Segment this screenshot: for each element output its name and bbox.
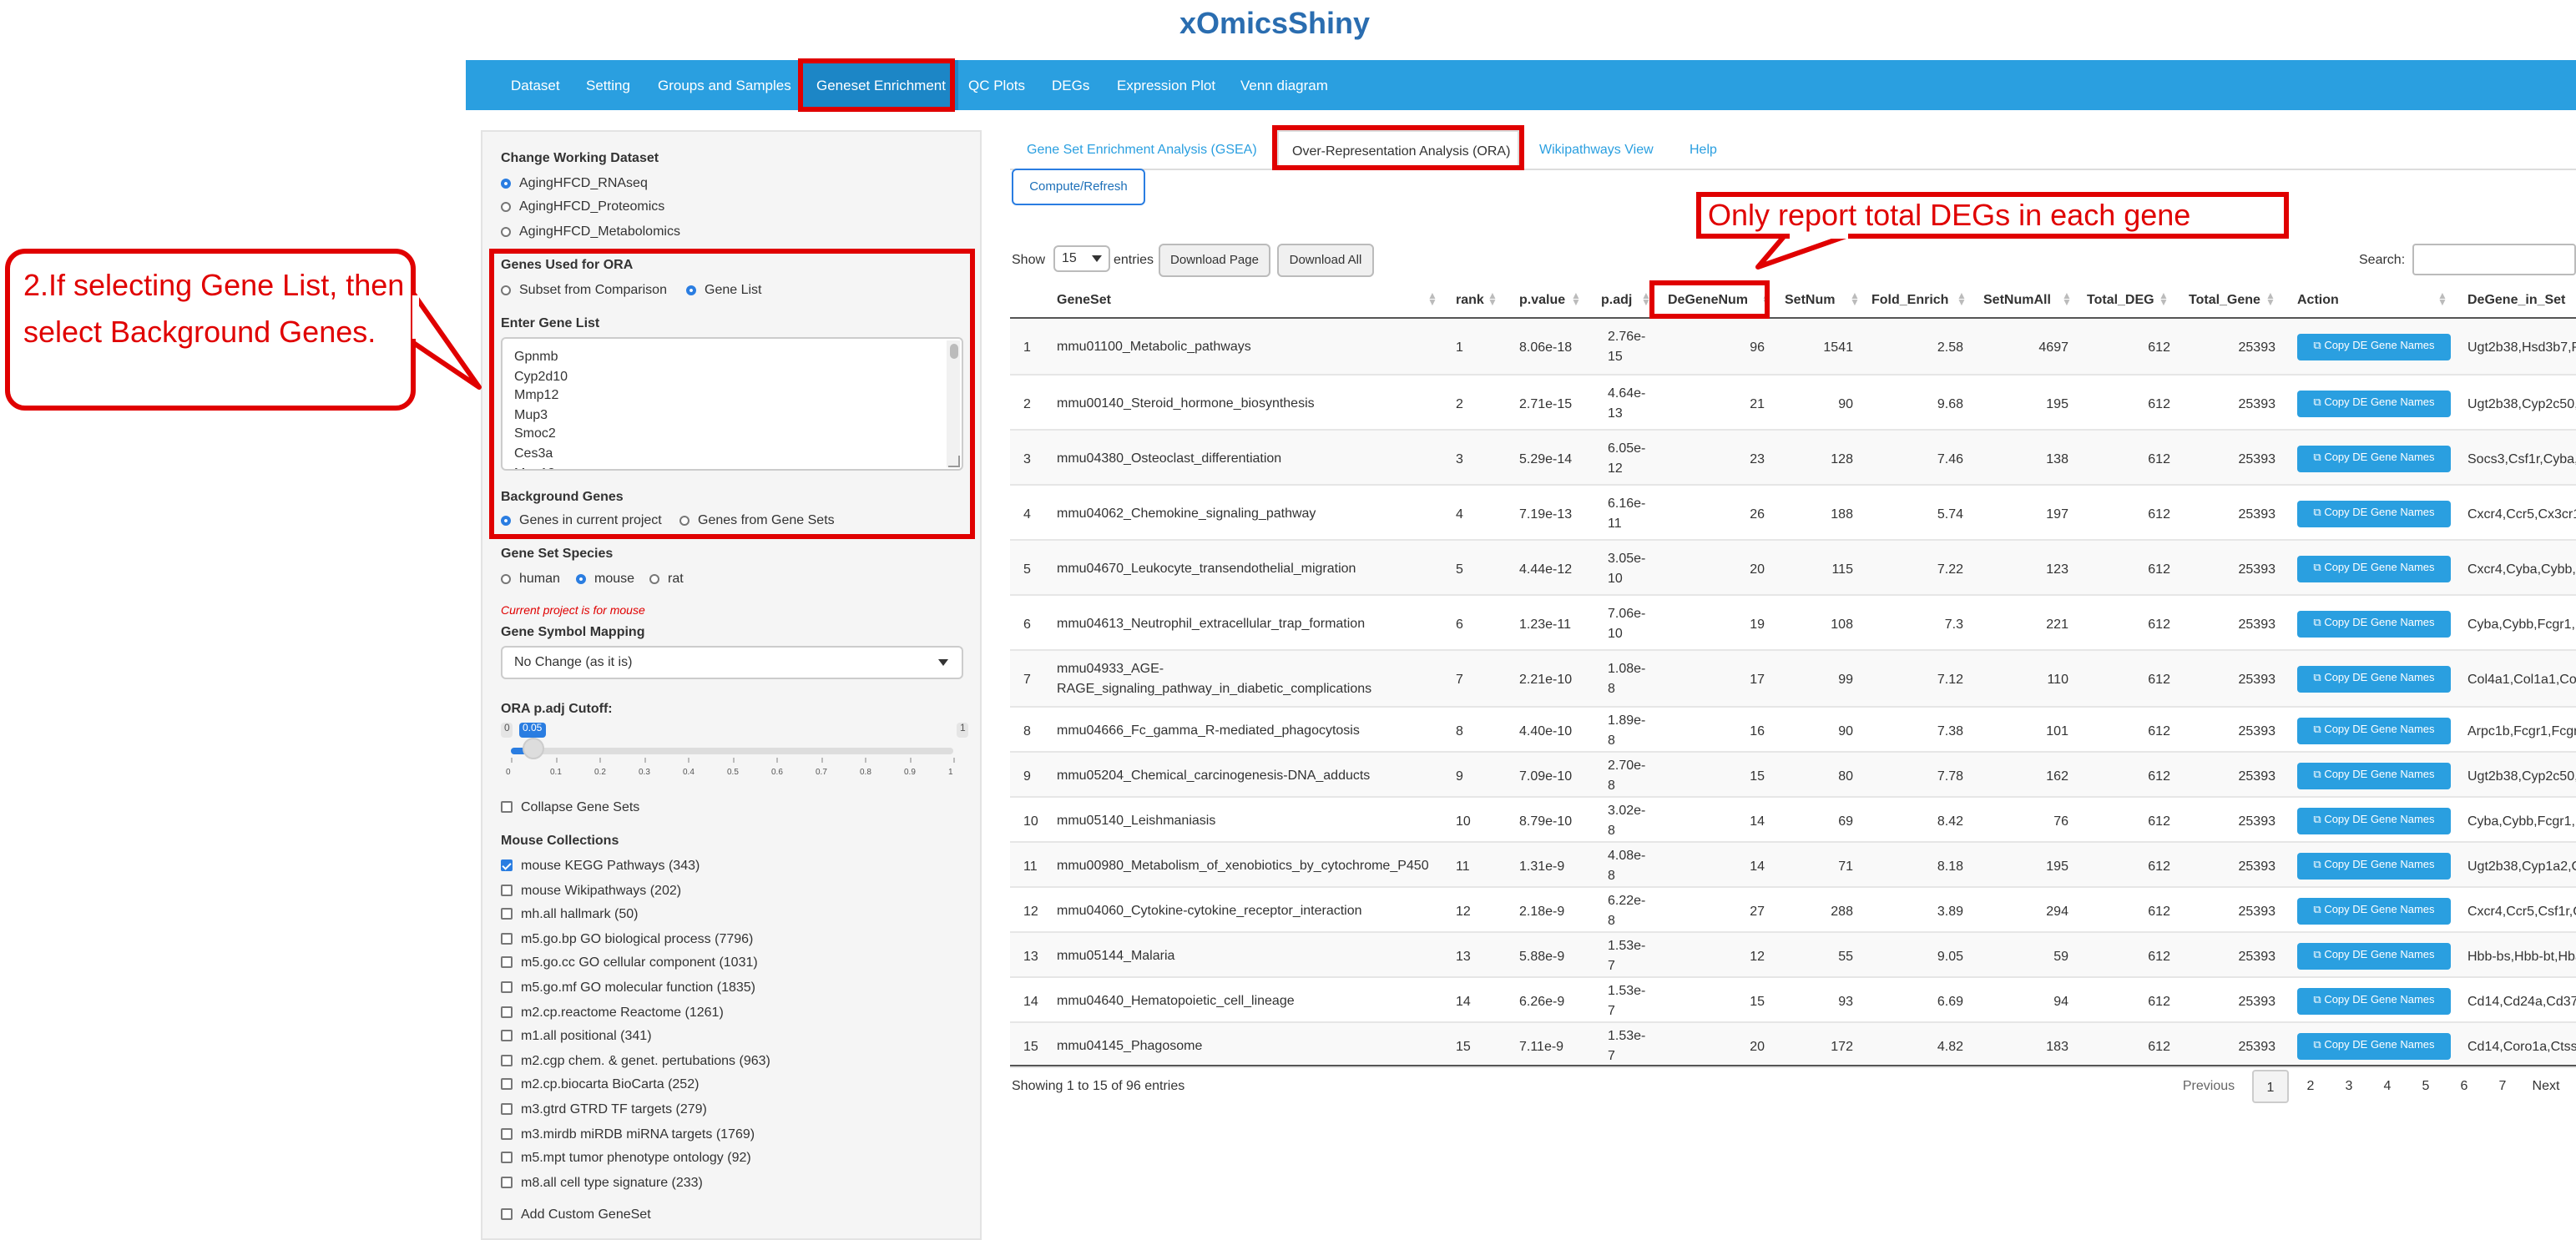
callout-pointer-joins (412, 232, 1848, 339)
page: xOmicsShiny Dataset Setting Groups and S… (0, 0, 2576, 1240)
